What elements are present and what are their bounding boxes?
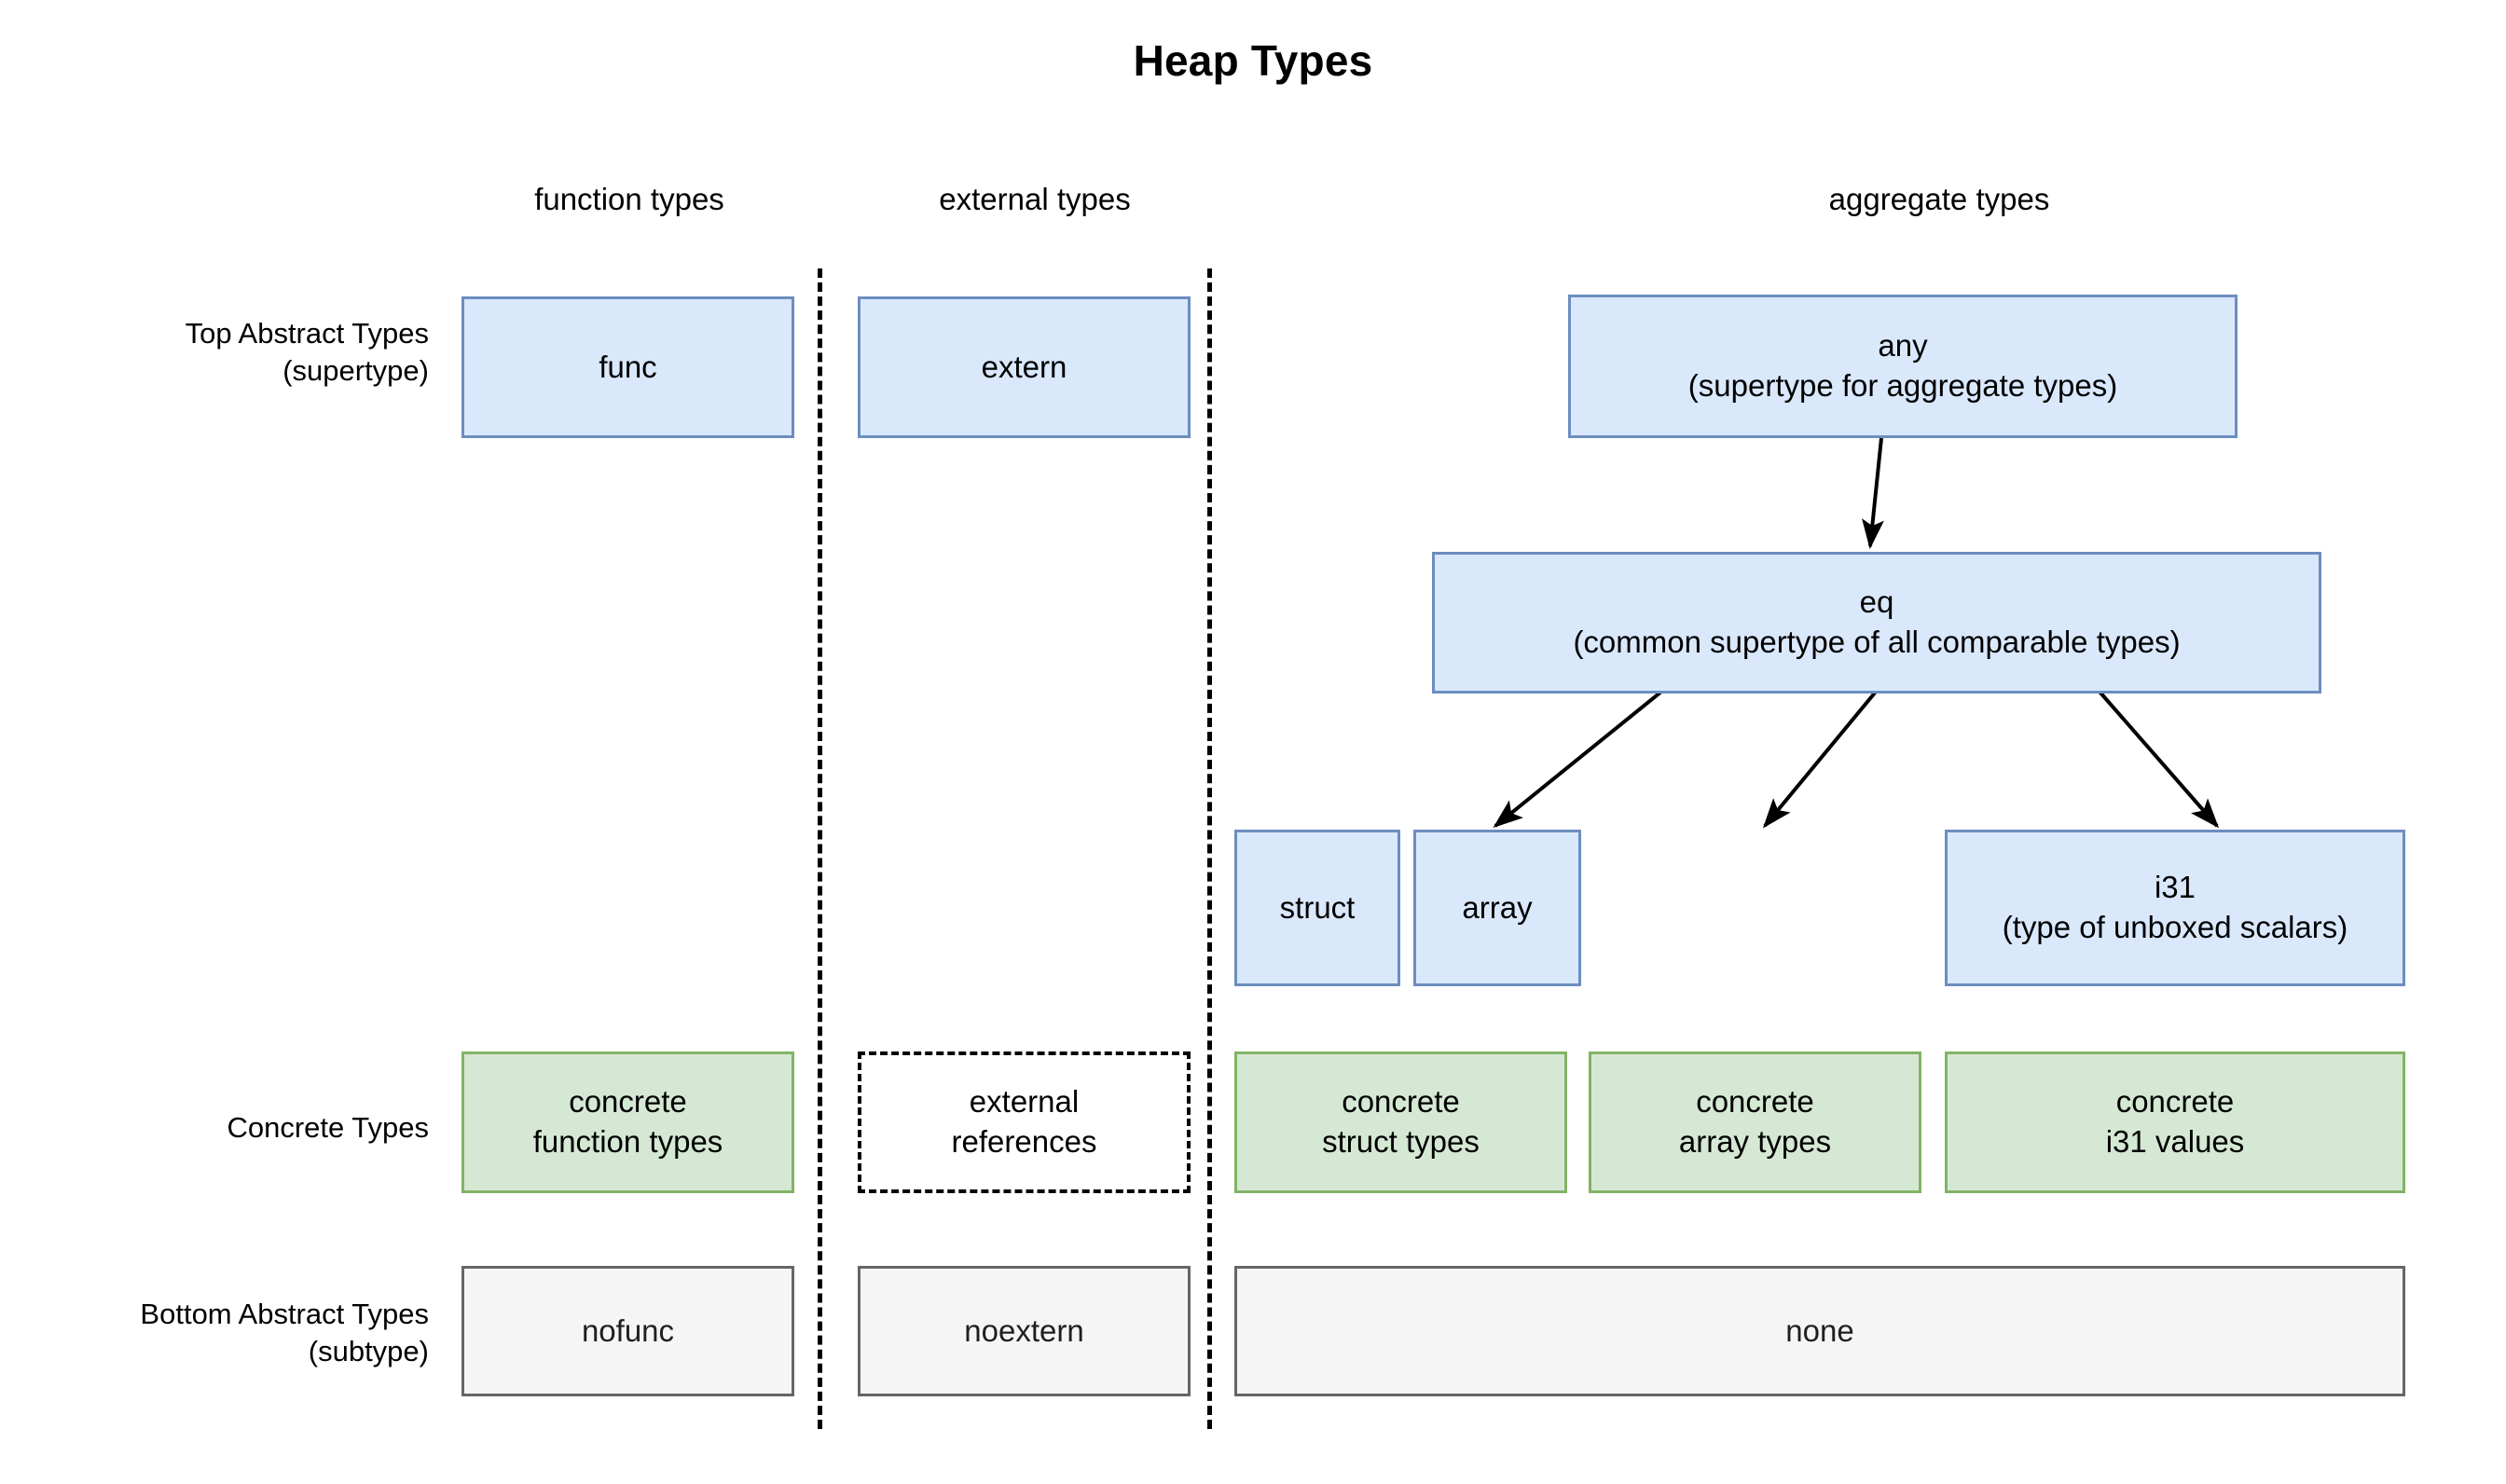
node-none-label: none bbox=[1785, 1312, 1854, 1348]
edge-eq-to-struct bbox=[1493, 690, 1663, 829]
edge-any-to-eq bbox=[1862, 437, 1884, 550]
line1: concrete bbox=[569, 1084, 687, 1120]
node-eq-line1: eq bbox=[1859, 584, 1894, 620]
node-extern-label: extern bbox=[981, 349, 1067, 384]
node-eq-line2: (common supertype of all comparable type… bbox=[1573, 625, 2181, 659]
node-i31-line2: (type of unboxed scalars) bbox=[2002, 910, 2348, 944]
node-external-references-label: external references bbox=[861, 1082, 1187, 1162]
row-label-line1: Bottom Abstract Types bbox=[140, 1298, 429, 1330]
row-label-line1: Top Abstract Types bbox=[185, 317, 429, 350]
line2: struct types bbox=[1322, 1124, 1480, 1159]
node-any-line1: any bbox=[1878, 328, 1928, 364]
line1: concrete bbox=[1342, 1084, 1460, 1120]
line1: concrete bbox=[2115, 1084, 2235, 1120]
node-concrete-struct-types[interactable]: concrete struct types bbox=[1234, 1051, 1567, 1193]
node-any-line2: (supertype for aggregate types) bbox=[1687, 368, 2118, 403]
row-label-concrete-types: Concrete Types bbox=[19, 1109, 429, 1147]
line2: i31 values bbox=[2105, 1124, 2245, 1159]
node-i31[interactable]: i31 (type of unboxed scalars) bbox=[1945, 830, 2405, 986]
node-i31-line1: i31 bbox=[2154, 870, 2196, 905]
node-concrete-i31-values[interactable]: concrete i31 values bbox=[1945, 1051, 2405, 1193]
node-external-references[interactable]: external references bbox=[858, 1051, 1191, 1193]
node-array-label: array bbox=[1462, 889, 1533, 925]
page-title: Heap Types bbox=[1133, 36, 1373, 85]
node-func-label: func bbox=[599, 349, 657, 384]
node-none[interactable]: none bbox=[1234, 1266, 2405, 1396]
node-struct[interactable]: struct bbox=[1234, 830, 1400, 986]
node-nofunc-label: nofunc bbox=[581, 1312, 675, 1348]
node-concrete-function-types[interactable]: concrete function types bbox=[461, 1051, 794, 1193]
edge-layer bbox=[1493, 437, 2220, 829]
node-array[interactable]: array bbox=[1413, 830, 1581, 986]
node-struct-label: struct bbox=[1279, 889, 1356, 925]
node-concrete-i31-values-label: concrete i31 values bbox=[1948, 1082, 2403, 1162]
divider-function-external bbox=[818, 268, 822, 1429]
line2: references bbox=[951, 1124, 1097, 1159]
node-extern[interactable]: extern bbox=[858, 296, 1191, 438]
row-label-line2: (subtype) bbox=[308, 1335, 429, 1368]
row-label-bottom-abstract-types: Bottom Abstract Types (subtype) bbox=[19, 1296, 429, 1371]
edge-eq-to-array bbox=[1762, 690, 1878, 829]
column-header-aggregate-types: aggregate types bbox=[1828, 182, 2050, 216]
row-label-line2: (supertype) bbox=[282, 354, 429, 388]
node-i31-label: i31 (type of unboxed scalars) bbox=[1948, 868, 2403, 948]
node-nofunc[interactable]: nofunc bbox=[461, 1266, 794, 1396]
node-any-label: any (supertype for aggregate types) bbox=[1571, 326, 2235, 406]
line2: function types bbox=[532, 1124, 723, 1159]
edge-eq-to-i31 bbox=[2098, 690, 2220, 829]
column-header-external-types: external types bbox=[939, 182, 1131, 216]
row-label-top-abstract-types: Top Abstract Types (supertype) bbox=[19, 315, 429, 391]
divider-external-aggregate bbox=[1207, 268, 1212, 1429]
diagram-canvas: Heap Types function types external types… bbox=[0, 0, 2506, 1484]
node-concrete-function-types-label: concrete function types bbox=[464, 1082, 792, 1162]
node-func[interactable]: func bbox=[461, 296, 794, 438]
node-concrete-struct-types-label: concrete struct types bbox=[1237, 1082, 1564, 1162]
node-noextern-label: noextern bbox=[964, 1312, 1084, 1348]
node-noextern[interactable]: noextern bbox=[858, 1266, 1191, 1396]
node-eq[interactable]: eq (common supertype of all comparable t… bbox=[1432, 552, 2321, 694]
column-header-function-types: function types bbox=[534, 182, 724, 216]
node-concrete-array-types[interactable]: concrete array types bbox=[1589, 1051, 1921, 1193]
node-any[interactable]: any (supertype for aggregate types) bbox=[1568, 295, 2238, 438]
node-eq-label: eq (common supertype of all comparable t… bbox=[1435, 583, 2319, 663]
line1: concrete bbox=[1696, 1084, 1814, 1120]
line1: external bbox=[969, 1084, 1080, 1120]
row-label-line1: Concrete Types bbox=[227, 1111, 429, 1144]
node-concrete-array-types-label: concrete array types bbox=[1591, 1082, 1919, 1162]
line2: array types bbox=[1678, 1124, 1832, 1159]
